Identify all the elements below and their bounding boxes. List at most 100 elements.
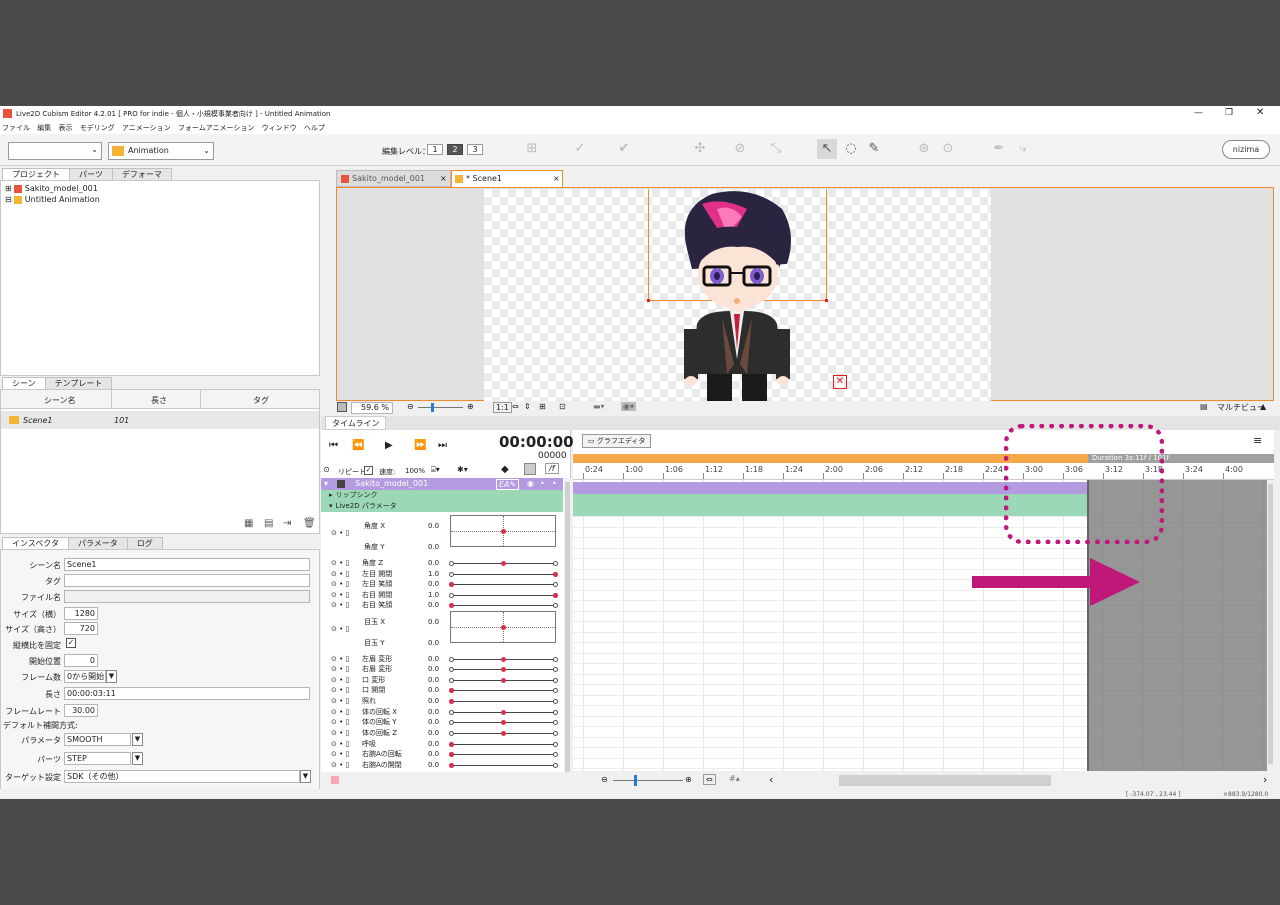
maximize-button[interactable]: ❐ (1225, 108, 1233, 118)
deformer-icon[interactable]: ✓ (570, 139, 590, 159)
lock-icon[interactable] (524, 463, 536, 475)
chevron-down-icon[interactable]: ▼ (300, 770, 311, 783)
canvas-viewport[interactable]: ✕ (336, 187, 1274, 401)
param-key-dot[interactable] (501, 561, 506, 566)
tab-inspector[interactable]: インスペクタ (2, 537, 69, 549)
keyframe-toggle-icon[interactable]: ⊙ • ▯ (331, 717, 349, 727)
target-select[interactable]: SDK（その他） (64, 770, 300, 783)
glue-icon[interactable]: ✣ (690, 139, 710, 159)
tab-parts[interactable]: パーツ (69, 168, 113, 180)
actual-size-button[interactable]: 1:1 (493, 402, 512, 413)
param-slider[interactable] (451, 765, 555, 766)
track-scrollbar-thumb[interactable] (1268, 484, 1273, 764)
menu-help[interactable]: ヘルプ (304, 124, 325, 132)
param-key-dot[interactable] (501, 625, 506, 630)
param-row[interactable]: ⊙ • ▯ 口 開閉 0.0 (330, 685, 560, 695)
param-row[interactable]: 角度 Y 0.0 (330, 542, 560, 552)
length-field[interactable]: 00:00:03:11 (64, 687, 310, 700)
folder-icon[interactable] (331, 776, 339, 784)
file-field[interactable] (64, 590, 310, 603)
fit-width-icon[interactable]: ⇔ (512, 402, 519, 411)
param-key-dot[interactable] (553, 572, 558, 577)
scroll-right-icon[interactable]: › (1263, 773, 1267, 786)
param-key-dot[interactable] (449, 582, 454, 587)
speed-value[interactable]: 100% (405, 467, 425, 475)
tab-scene-editor[interactable]: * Scene1 × (451, 170, 563, 187)
param-row[interactable]: ⊙ • ▯ 左目 開閉 1.0 (330, 569, 560, 579)
param-scrollbar-thumb[interactable] (565, 482, 570, 782)
param-key-dot[interactable] (449, 742, 454, 747)
rotation-icon[interactable]: ⊘ (730, 139, 750, 159)
param-interp-select[interactable]: SMOOTH (64, 733, 131, 746)
param-key-dot[interactable] (501, 710, 506, 715)
edit-level-2[interactable]: 2 (447, 144, 463, 155)
keyframe-toggle-icon[interactable]: ⊙ • ▯ (331, 685, 349, 695)
snap-icon[interactable]: ✱▾ (457, 465, 468, 474)
go-end-button[interactable]: ⏭ (438, 440, 447, 451)
tab-project[interactable]: プロジェクト (2, 168, 70, 180)
start-field[interactable]: 0 (64, 654, 98, 667)
warp-icon[interactable]: ⤡ (766, 139, 786, 159)
pen-icon[interactable]: ✒ (989, 139, 1009, 159)
param-key-dot[interactable] (501, 667, 506, 672)
param-slider[interactable] (451, 605, 555, 606)
param-scrollbar[interactable] (564, 478, 571, 799)
zoom-field[interactable]: 59.6 % (351, 402, 393, 414)
param-row[interactable]: ⊙ • ▯ 体の回転 Y 0.0 (330, 717, 560, 727)
timeline-zoom-thumb[interactable] (634, 775, 637, 786)
minimize-button[interactable]: — (1194, 108, 1203, 118)
repeat-checkbox[interactable]: ✓ (364, 466, 373, 475)
param-key-dot[interactable] (501, 731, 506, 736)
timeline-scrollbar-thumb[interactable] (839, 775, 1051, 786)
view-options-icon[interactable]: ⊡ (559, 402, 566, 411)
brush-icon[interactable]: ✎ (864, 139, 884, 159)
zoom-out-icon[interactable]: ⊖ (601, 775, 608, 784)
selection-handle[interactable] (647, 299, 650, 302)
parts-interp-select[interactable]: STEP (64, 752, 131, 765)
param-slider[interactable] (451, 690, 555, 691)
edit-level-3[interactable]: 3 (467, 144, 483, 155)
menu-window[interactable]: ウィンドウ (262, 124, 297, 132)
keyframe-tool-icon[interactable]: ◆ (501, 464, 509, 475)
duplicate-scene-icon[interactable]: ▤ (264, 518, 273, 529)
keyframe-toggle-icon[interactable]: ⊙ • ▯ (331, 654, 349, 664)
param-key-dot[interactable] (449, 603, 454, 608)
tag-field[interactable] (64, 574, 310, 587)
eye-icon[interactable]: ◉ (527, 478, 534, 490)
zoom-out-icon[interactable]: ⊖ (407, 402, 414, 411)
keyframe-toggle-icon[interactable]: ⊙ • ▯ (331, 590, 349, 600)
display-toggle-icon[interactable]: ▬▾ (593, 402, 605, 411)
keyframe-toggle-icon[interactable]: ⊙ • ▯ (331, 664, 349, 674)
keyframe-toggle-icon[interactable]: ⊙ • ▯ (331, 749, 349, 759)
tab-model-editor[interactable]: Sakito_model_001 × (336, 170, 451, 187)
param-row[interactable]: ⊙ • ▯ 呼吸 0.0 (330, 739, 560, 749)
param-row[interactable]: ⊙ • ▯ 体の回転 Z 0.0 (330, 728, 560, 738)
param-row[interactable]: ⊙ • ▯ 照れ 0.0 (330, 696, 560, 706)
display-mode-icon[interactable]: ◉▾ (621, 402, 636, 411)
time-ruler[interactable]: 0:24 1:00 1:06 1:12 1:18 1:24 2:00 2:06 2:12 2:18… (573, 463, 1274, 480)
keyframe-toggle-icon[interactable]: ⊙ • ▯ (331, 600, 349, 610)
keyframe-toggle-icon[interactable]: ⊙ • ▯ (331, 696, 349, 706)
col-scene-name[interactable]: シーン名 (44, 395, 76, 406)
close-button[interactable]: ✕ (1256, 107, 1264, 118)
height-field[interactable]: 720 (64, 622, 98, 635)
tab-timeline[interactable]: タイムライン (325, 416, 387, 430)
graph-editor-button[interactable]: ▭ グラフエディタ (582, 434, 652, 448)
project-item-animation[interactable]: ⊟ Untitled Animation (1, 194, 319, 205)
col-tag[interactable]: タグ (253, 395, 269, 406)
link-icon[interactable]: ⤷ (1013, 139, 1033, 159)
param-key-dot[interactable] (553, 593, 558, 598)
delete-icon[interactable]: 🗑 (303, 518, 316, 529)
keyframe-toggle-icon[interactable]: ⊙ • ▯ (331, 707, 349, 717)
model-track-header[interactable]: ▾ Sakito_model_001 EA✎ ◉ • • (321, 478, 563, 490)
param-slider[interactable] (451, 595, 555, 596)
param-key-dot[interactable] (501, 678, 506, 683)
param-key-dot[interactable] (501, 657, 506, 662)
prev-frame-button[interactable]: ⏪ (352, 440, 364, 451)
keyframe-toggle-icon[interactable]: ⊙ • ▯ (331, 728, 349, 738)
param-key-dot[interactable] (449, 752, 454, 757)
fx-button[interactable]: /f (545, 463, 559, 474)
grid-icon[interactable]: #▴ (729, 774, 740, 783)
go-start-button[interactable]: ⏮ (329, 440, 338, 451)
mesh-edit-icon[interactable]: ⊞ (522, 139, 542, 159)
